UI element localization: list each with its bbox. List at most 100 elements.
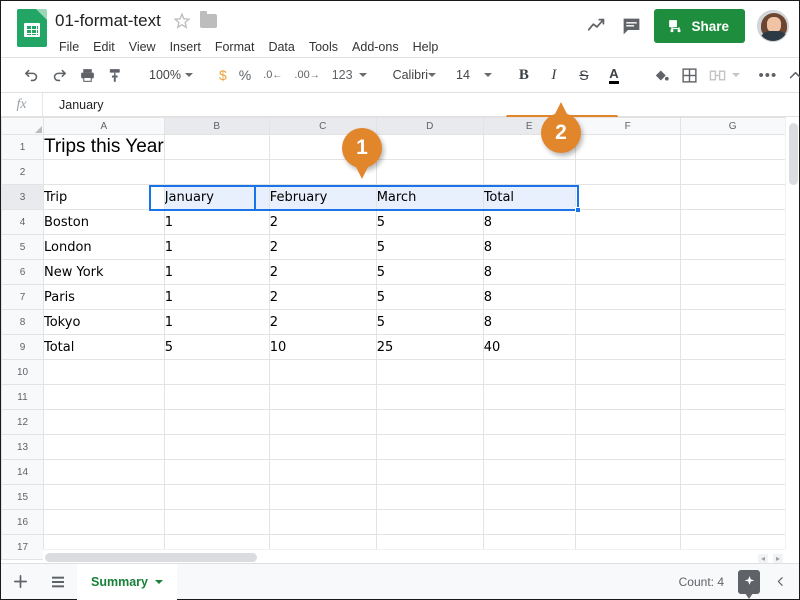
cell-C15[interactable] — [268, 484, 377, 510]
cell-D12[interactable] — [375, 409, 484, 435]
cell-F16[interactable] — [574, 509, 681, 535]
cell-A11[interactable] — [43, 384, 165, 410]
cell-A10[interactable] — [43, 359, 165, 385]
cell-F6[interactable] — [574, 259, 681, 285]
cell-F4[interactable] — [574, 209, 681, 235]
cell-E15[interactable] — [482, 484, 576, 510]
cell-G3[interactable] — [679, 184, 786, 210]
cell-E7[interactable]: 8 — [482, 284, 576, 310]
currency-format-button[interactable]: $ — [213, 61, 233, 89]
cell-G10[interactable] — [679, 359, 786, 385]
menu-tools[interactable]: Tools — [302, 37, 345, 57]
cell-D5[interactable]: 5 — [375, 234, 484, 260]
cell-B5[interactable]: 1 — [163, 234, 270, 260]
cell-C16[interactable] — [268, 509, 377, 535]
cell-E3[interactable]: Total — [482, 184, 576, 210]
cell-E14[interactable] — [482, 459, 576, 485]
cell-F14[interactable] — [574, 459, 681, 485]
cell-G1[interactable] — [679, 134, 786, 160]
cell-G14[interactable] — [679, 459, 786, 485]
cell-A1[interactable]: Trips this Year — [43, 134, 165, 160]
cell-C12[interactable] — [268, 409, 377, 435]
cell-F5[interactable] — [574, 234, 681, 260]
cell-A15[interactable] — [43, 484, 165, 510]
cell-B15[interactable] — [163, 484, 270, 510]
formula-input[interactable]: January — [43, 98, 103, 112]
row-header-4[interactable]: 4 — [1, 209, 44, 235]
cell-F10[interactable] — [574, 359, 681, 385]
cell-G2[interactable] — [679, 159, 786, 185]
cell-D15[interactable] — [375, 484, 484, 510]
paint-format-icon[interactable] — [101, 61, 129, 89]
more-options-button[interactable]: ••• — [754, 61, 782, 89]
sheet-nav-arrows[interactable]: ◂ ▸ — [757, 554, 783, 563]
menu-addons[interactable]: Add-ons — [345, 37, 406, 57]
cell-B8[interactable]: 1 — [163, 309, 270, 335]
cell-F7[interactable] — [574, 284, 681, 310]
cell-A8[interactable]: Tokyo — [43, 309, 165, 335]
user-avatar[interactable] — [757, 10, 789, 42]
row-header-7[interactable]: 7 — [1, 284, 44, 310]
menu-edit[interactable]: Edit — [86, 37, 122, 57]
add-sheet-icon[interactable] — [1, 564, 39, 600]
column-header-a[interactable]: A — [43, 117, 165, 135]
cell-D3[interactable]: March — [375, 184, 484, 210]
row-header-5[interactable]: 5 — [1, 234, 44, 260]
cell-B3[interactable]: January — [163, 184, 270, 210]
row-header-13[interactable]: 13 — [1, 434, 44, 460]
cell-F3[interactable] — [574, 184, 681, 210]
cell-E9[interactable]: 40 — [482, 334, 576, 360]
cell-C3[interactable]: February — [268, 184, 377, 210]
strikethrough-button[interactable]: S — [570, 61, 598, 89]
cell-B12[interactable] — [163, 409, 270, 435]
cell-C13[interactable] — [268, 434, 377, 460]
cell-A7[interactable]: Paris — [43, 284, 165, 310]
horizontal-scroll-thumb[interactable] — [45, 553, 257, 562]
cell-E12[interactable] — [482, 409, 576, 435]
row-header-16[interactable]: 16 — [1, 509, 44, 535]
cell-B13[interactable] — [163, 434, 270, 460]
cell-B11[interactable] — [163, 384, 270, 410]
cell-A3[interactable]: Trip — [43, 184, 165, 210]
row-header-2[interactable]: 2 — [1, 159, 44, 185]
cell-A13[interactable] — [43, 434, 165, 460]
row-header-14[interactable]: 14 — [1, 459, 44, 485]
cell-D4[interactable]: 5 — [375, 209, 484, 235]
cell-A16[interactable] — [43, 509, 165, 535]
row-header-11[interactable]: 11 — [1, 384, 44, 410]
cell-E2[interactable] — [482, 159, 576, 185]
cell-D1[interactable] — [375, 134, 484, 160]
share-button[interactable]: Share — [654, 9, 745, 43]
cell-A5[interactable]: London — [43, 234, 165, 260]
nav-right-icon[interactable]: ▸ — [772, 554, 783, 563]
cell-D9[interactable]: 25 — [375, 334, 484, 360]
cell-E6[interactable]: 8 — [482, 259, 576, 285]
cell-A12[interactable] — [43, 409, 165, 435]
cell-F2[interactable] — [574, 159, 681, 185]
document-title[interactable]: 01-format-text — [55, 11, 161, 31]
cell-A6[interactable]: New York — [43, 259, 165, 285]
italic-button[interactable]: I — [540, 61, 568, 89]
decrease-decimal-button[interactable]: .0 ← — [257, 61, 288, 89]
row-header-6[interactable]: 6 — [1, 259, 44, 285]
borders-icon[interactable] — [676, 61, 704, 89]
vertical-scroll-thumb[interactable] — [789, 123, 798, 185]
cell-C9[interactable]: 10 — [268, 334, 377, 360]
cell-D11[interactable] — [375, 384, 484, 410]
bold-button[interactable]: B — [510, 61, 538, 89]
cell-C11[interactable] — [268, 384, 377, 410]
row-header-1[interactable]: 1 — [1, 134, 44, 160]
cell-G5[interactable] — [679, 234, 786, 260]
all-sheets-icon[interactable] — [39, 564, 77, 600]
star-outline-icon[interactable] — [173, 12, 191, 30]
menu-format[interactable]: Format — [208, 37, 262, 57]
cell-E4[interactable]: 8 — [482, 209, 576, 235]
cell-G4[interactable] — [679, 209, 786, 235]
sheet-tab-summary[interactable]: Summary — [77, 563, 177, 600]
cell-E11[interactable] — [482, 384, 576, 410]
cell-C8[interactable]: 2 — [268, 309, 377, 335]
row-header-8[interactable]: 8 — [1, 309, 44, 335]
cell-D10[interactable] — [375, 359, 484, 385]
cell-F11[interactable] — [574, 384, 681, 410]
cell-D6[interactable]: 5 — [375, 259, 484, 285]
